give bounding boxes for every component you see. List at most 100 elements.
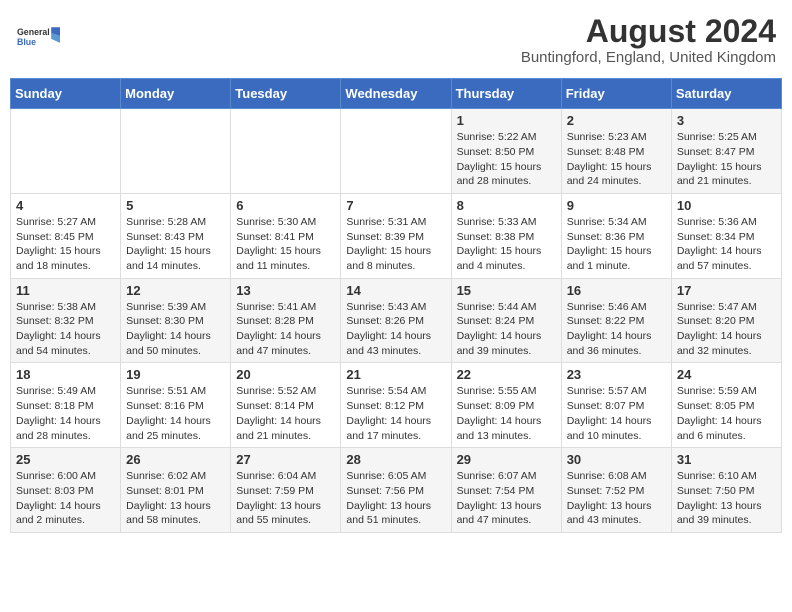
calendar-cell: 31 Sunrise: 6:10 AM Sunset: 7:50 PM Dayli…: [671, 448, 781, 533]
title-area: August 2024 Buntingford, England, United…: [521, 14, 776, 66]
col-header-saturday: Saturday: [671, 79, 781, 109]
calendar-cell: 15 Sunrise: 5:44 AM Sunset: 8:24 PM Dayli…: [451, 278, 561, 363]
day-info: Sunrise: 5:41 AM Sunset: 8:28 PM Dayligh…: [236, 300, 335, 359]
day-number: 25: [16, 452, 115, 467]
day-info: Sunrise: 5:33 AM Sunset: 8:38 PM Dayligh…: [457, 215, 556, 274]
day-number: 27: [236, 452, 335, 467]
day-number: 11: [16, 283, 115, 298]
calendar-cell: 27 Sunrise: 6:04 AM Sunset: 7:59 PM Dayli…: [231, 448, 341, 533]
calendar-header-row: SundayMondayTuesdayWednesdayThursdayFrid…: [11, 79, 782, 109]
day-info: Sunrise: 5:47 AM Sunset: 8:20 PM Dayligh…: [677, 300, 776, 359]
day-info: Sunrise: 5:39 AM Sunset: 8:30 PM Dayligh…: [126, 300, 225, 359]
calendar-cell: 12 Sunrise: 5:39 AM Sunset: 8:30 PM Dayli…: [121, 278, 231, 363]
day-number: 29: [457, 452, 556, 467]
calendar-cell: 1Sunrise: 5:22 AM Sunset: 8:50 PM Daylig…: [451, 109, 561, 194]
day-number: 8: [457, 198, 556, 213]
day-number: 5: [126, 198, 225, 213]
day-info: Sunrise: 5:43 AM Sunset: 8:26 PM Dayligh…: [346, 300, 445, 359]
calendar-cell: 18 Sunrise: 5:49 AM Sunset: 8:18 PM Dayli…: [11, 363, 121, 448]
calendar-cell: 17 Sunrise: 5:47 AM Sunset: 8:20 PM Dayli…: [671, 278, 781, 363]
day-info: Sunrise: 6:07 AM Sunset: 7:54 PM Dayligh…: [457, 469, 556, 528]
logo: General Blue: [16, 14, 60, 58]
calendar-cell: 9 Sunrise: 5:34 AM Sunset: 8:36 PM Daylig…: [561, 193, 671, 278]
calendar-cell: [11, 109, 121, 194]
day-info: Sunrise: 6:08 AM Sunset: 7:52 PM Dayligh…: [567, 469, 666, 528]
calendar-cell: 20 Sunrise: 5:52 AM Sunset: 8:14 PM Dayli…: [231, 363, 341, 448]
calendar-cell: 11 Sunrise: 5:38 AM Sunset: 8:32 PM Dayli…: [11, 278, 121, 363]
col-header-friday: Friday: [561, 79, 671, 109]
day-number: 20: [236, 367, 335, 382]
day-number: 23: [567, 367, 666, 382]
calendar-week-row: 11 Sunrise: 5:38 AM Sunset: 8:32 PM Dayli…: [11, 278, 782, 363]
day-info: Sunrise: 5:25 AM Sunset: 8:47 PM Dayligh…: [677, 130, 776, 189]
day-number: 2: [567, 113, 666, 128]
day-number: 9: [567, 198, 666, 213]
subtitle: Buntingford, England, United Kingdom: [521, 49, 776, 66]
col-header-tuesday: Tuesday: [231, 79, 341, 109]
day-number: 31: [677, 452, 776, 467]
calendar-week-row: 4 Sunrise: 5:27 AM Sunset: 8:45 PM Daylig…: [11, 193, 782, 278]
calendar-cell: 16Sunrise: 5:46 AM Sunset: 8:22 PM Dayli…: [561, 278, 671, 363]
calendar-cell: 7Sunrise: 5:31 AM Sunset: 8:39 PM Daylig…: [341, 193, 451, 278]
calendar-cell: 19Sunrise: 5:51 AM Sunset: 8:16 PM Dayli…: [121, 363, 231, 448]
main-title: August 2024: [521, 14, 776, 49]
day-info: Sunrise: 5:49 AM Sunset: 8:18 PM Dayligh…: [16, 384, 115, 443]
day-number: 3: [677, 113, 776, 128]
calendar-cell: 2Sunrise: 5:23 AM Sunset: 8:48 PM Daylig…: [561, 109, 671, 194]
calendar-cell: 28Sunrise: 6:05 AM Sunset: 7:56 PM Dayli…: [341, 448, 451, 533]
day-number: 12: [126, 283, 225, 298]
col-header-thursday: Thursday: [451, 79, 561, 109]
day-info: Sunrise: 5:44 AM Sunset: 8:24 PM Dayligh…: [457, 300, 556, 359]
calendar-cell: 13 Sunrise: 5:41 AM Sunset: 8:28 PM Dayli…: [231, 278, 341, 363]
day-number: 4: [16, 198, 115, 213]
day-info: Sunrise: 5:28 AM Sunset: 8:43 PM Dayligh…: [126, 215, 225, 274]
calendar-week-row: 25 Sunrise: 6:00 AM Sunset: 8:03 PM Dayli…: [11, 448, 782, 533]
col-header-monday: Monday: [121, 79, 231, 109]
day-number: 18: [16, 367, 115, 382]
day-number: 30: [567, 452, 666, 467]
calendar-week-row: 1Sunrise: 5:22 AM Sunset: 8:50 PM Daylig…: [11, 109, 782, 194]
calendar-cell: [231, 109, 341, 194]
day-info: Sunrise: 6:00 AM Sunset: 8:03 PM Dayligh…: [16, 469, 115, 528]
calendar-cell: 30 Sunrise: 6:08 AM Sunset: 7:52 PM Dayli…: [561, 448, 671, 533]
day-number: 17: [677, 283, 776, 298]
calendar-cell: 24 Sunrise: 5:59 AM Sunset: 8:05 PM Dayli…: [671, 363, 781, 448]
svg-text:Blue: Blue: [17, 37, 36, 47]
day-info: Sunrise: 5:22 AM Sunset: 8:50 PM Dayligh…: [457, 130, 556, 189]
day-info: Sunrise: 5:38 AM Sunset: 8:32 PM Dayligh…: [16, 300, 115, 359]
calendar-cell: 22 Sunrise: 5:55 AM Sunset: 8:09 PM Dayli…: [451, 363, 561, 448]
day-info: Sunrise: 6:04 AM Sunset: 7:59 PM Dayligh…: [236, 469, 335, 528]
calendar-cell: [121, 109, 231, 194]
calendar-cell: 5 Sunrise: 5:28 AM Sunset: 8:43 PM Daylig…: [121, 193, 231, 278]
day-number: 10: [677, 198, 776, 213]
calendar-cell: 10 Sunrise: 5:36 AM Sunset: 8:34 PM Dayli…: [671, 193, 781, 278]
col-header-wednesday: Wednesday: [341, 79, 451, 109]
svg-text:General: General: [17, 27, 50, 37]
day-number: 22: [457, 367, 556, 382]
day-info: Sunrise: 5:57 AM Sunset: 8:07 PM Dayligh…: [567, 384, 666, 443]
day-number: 15: [457, 283, 556, 298]
calendar-cell: 25 Sunrise: 6:00 AM Sunset: 8:03 PM Dayli…: [11, 448, 121, 533]
day-info: Sunrise: 5:27 AM Sunset: 8:45 PM Dayligh…: [16, 215, 115, 274]
day-number: 7: [346, 198, 445, 213]
day-number: 13: [236, 283, 335, 298]
calendar-cell: [341, 109, 451, 194]
day-info: Sunrise: 5:52 AM Sunset: 8:14 PM Dayligh…: [236, 384, 335, 443]
calendar-cell: 4 Sunrise: 5:27 AM Sunset: 8:45 PM Daylig…: [11, 193, 121, 278]
day-info: Sunrise: 5:34 AM Sunset: 8:36 PM Dayligh…: [567, 215, 666, 274]
day-info: Sunrise: 5:59 AM Sunset: 8:05 PM Dayligh…: [677, 384, 776, 443]
logo-svg: General Blue: [16, 14, 60, 58]
day-number: 24: [677, 367, 776, 382]
day-number: 14: [346, 283, 445, 298]
col-header-sunday: Sunday: [11, 79, 121, 109]
day-info: Sunrise: 6:10 AM Sunset: 7:50 PM Dayligh…: [677, 469, 776, 528]
day-info: Sunrise: 6:02 AM Sunset: 8:01 PM Dayligh…: [126, 469, 225, 528]
calendar-week-row: 18 Sunrise: 5:49 AM Sunset: 8:18 PM Dayli…: [11, 363, 782, 448]
day-info: Sunrise: 5:55 AM Sunset: 8:09 PM Dayligh…: [457, 384, 556, 443]
page-header: General Blue August 2024 Buntingford, En…: [10, 10, 782, 70]
day-number: 6: [236, 198, 335, 213]
day-info: Sunrise: 5:36 AM Sunset: 8:34 PM Dayligh…: [677, 215, 776, 274]
calendar-cell: 23 Sunrise: 5:57 AM Sunset: 8:07 PM Dayli…: [561, 363, 671, 448]
day-number: 19: [126, 367, 225, 382]
calendar-cell: 26Sunrise: 6:02 AM Sunset: 8:01 PM Dayli…: [121, 448, 231, 533]
